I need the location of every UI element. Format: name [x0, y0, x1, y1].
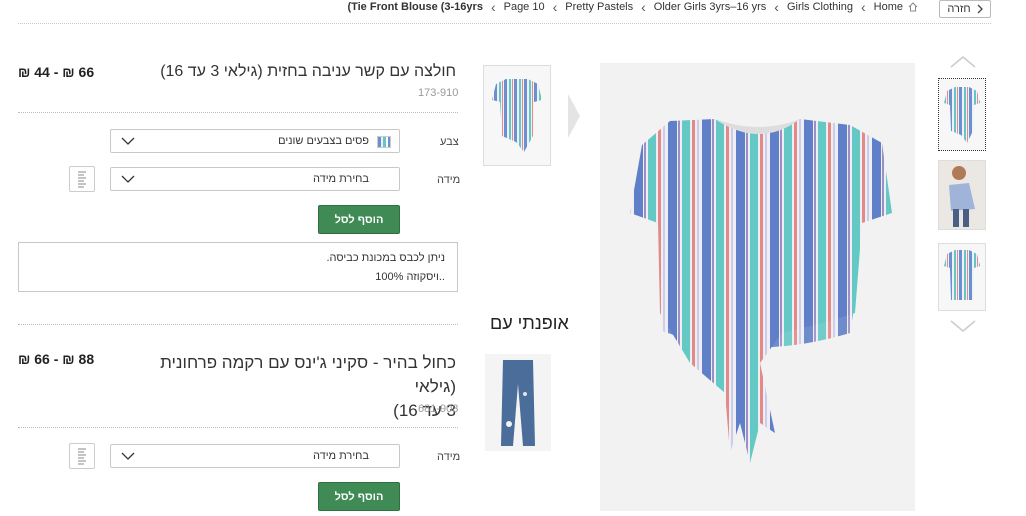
- breadcrumb-link[interactable]: Pretty Pastels: [565, 1, 633, 13]
- breadcrumb-item[interactable]: Pretty Pastels ‹: [545, 0, 634, 15]
- product-price: ₪ 66 - ₪ 88: [18, 351, 95, 367]
- model-thumbnail-image: [939, 161, 985, 229]
- product-info-box: ניתן לכבס במכונת כביסה. 100% ויסקוזה..: [18, 242, 458, 292]
- breadcrumb-current-label: (Tie Front Blouse (3-16yrs: [347, 1, 483, 13]
- chevron-right-pointer-icon: [568, 94, 580, 138]
- colour-select-value: פסים בצבעים שונים: [278, 135, 369, 147]
- breadcrumb-separator-icon: ‹: [552, 0, 558, 15]
- home-icon: [908, 2, 918, 12]
- breadcrumb-item[interactable]: Older Girls 3yrs–16 yrs ‹: [633, 0, 766, 15]
- add-to-bag-button[interactable]: הוסף לסל: [318, 205, 400, 234]
- size-select-placeholder: בחירת מידה: [312, 173, 369, 185]
- colour-label: צבע: [440, 136, 459, 148]
- care-text: ניתן לכבס במכונת כביסה.: [326, 252, 446, 264]
- breadcrumb-link[interactable]: Home: [874, 1, 903, 13]
- add-to-bag-button[interactable]: הוסף לסל: [318, 482, 400, 511]
- breadcrumb-item[interactable]: Page 10 ‹: [483, 0, 545, 15]
- breadcrumb-separator-icon: ‹: [860, 0, 866, 15]
- size-guide-button[interactable]: [69, 443, 95, 469]
- colour-swatch-icon: [377, 136, 391, 148]
- chevron-down-icon: [121, 452, 135, 460]
- product-price: ₪ 44 - ₪ 66: [18, 64, 95, 80]
- breadcrumb-current: (Tie Front Blouse (3-16yrs: [347, 1, 483, 13]
- back-button[interactable]: חזרה: [939, 0, 991, 18]
- size-select[interactable]: בחירת מידה: [110, 167, 400, 191]
- divider: [18, 23, 991, 24]
- product-title-line: 3 עד 16): [393, 401, 456, 420]
- divider: [18, 112, 458, 113]
- size-select-placeholder: בחירת מידה: [312, 450, 369, 462]
- breadcrumb-separator-icon: ‹: [774, 0, 779, 15]
- divider: [18, 427, 458, 428]
- gallery-thumb-back[interactable]: [938, 243, 986, 311]
- chevron-down-icon[interactable]: [950, 320, 976, 332]
- product-thumbnail[interactable]: [483, 65, 551, 166]
- product-code: 173-910: [418, 87, 459, 99]
- chevron-up-icon[interactable]: [950, 56, 976, 68]
- breadcrumb-separator-icon: ‹: [490, 0, 496, 15]
- back-label: חזרה: [947, 3, 971, 15]
- blouse-mini-image: [492, 79, 542, 152]
- jeans-thumbnail[interactable]: [485, 354, 551, 451]
- ruler-icon: [78, 448, 86, 465]
- colour-select[interactable]: פסים בצבעים שונים: [110, 129, 400, 153]
- product-title: חולצה עם קשר עניבה בחזית (גילאי 3 עד 16): [160, 63, 456, 80]
- jeans-image: [485, 354, 551, 451]
- wear-with-title: אופנתי עם: [490, 313, 569, 333]
- blouse-thumbnail-image: [944, 87, 980, 143]
- product-title-line: כחול בהיר - סקיני ג'ינס עם רקמה פרחונית …: [160, 353, 456, 396]
- material-text: 100% ויסקוזה..: [375, 271, 445, 283]
- gallery-thumb-front[interactable]: [938, 78, 986, 151]
- chevron-right-icon: [977, 4, 983, 14]
- gallery-thumb-model[interactable]: [938, 160, 986, 230]
- size-label: מידה: [437, 451, 461, 463]
- main-product-image[interactable]: [600, 63, 915, 511]
- product-title: כחול בהיר - סקיני ג'ינס עם רקמה פרחונית …: [116, 351, 456, 423]
- breadcrumb-home[interactable]: Home ‹: [853, 0, 918, 15]
- ruler-icon: [78, 171, 86, 188]
- size-select[interactable]: בחירת מידה: [110, 444, 400, 468]
- chevron-down-icon: [121, 175, 135, 183]
- blouse-back-thumbnail-image: [944, 250, 980, 300]
- product-code: 681-903: [418, 403, 459, 415]
- breadcrumb-item[interactable]: Girls Clothing ‹: [766, 0, 853, 15]
- breadcrumb-link[interactable]: Page 10: [504, 1, 545, 13]
- divider: [18, 324, 458, 325]
- size-label: מידה: [437, 174, 461, 186]
- blouse-image: [600, 63, 915, 511]
- breadcrumb-link[interactable]: Older Girls 3yrs–16 yrs: [654, 1, 766, 13]
- breadcrumb: Home ‹ Girls Clothing ‹ Older Girls 3yrs…: [347, 0, 918, 14]
- breadcrumb-separator-icon: ‹: [641, 0, 646, 15]
- chevron-down-icon: [121, 137, 135, 145]
- breadcrumb-link[interactable]: Girls Clothing: [787, 1, 853, 13]
- size-guide-button[interactable]: [69, 166, 95, 192]
